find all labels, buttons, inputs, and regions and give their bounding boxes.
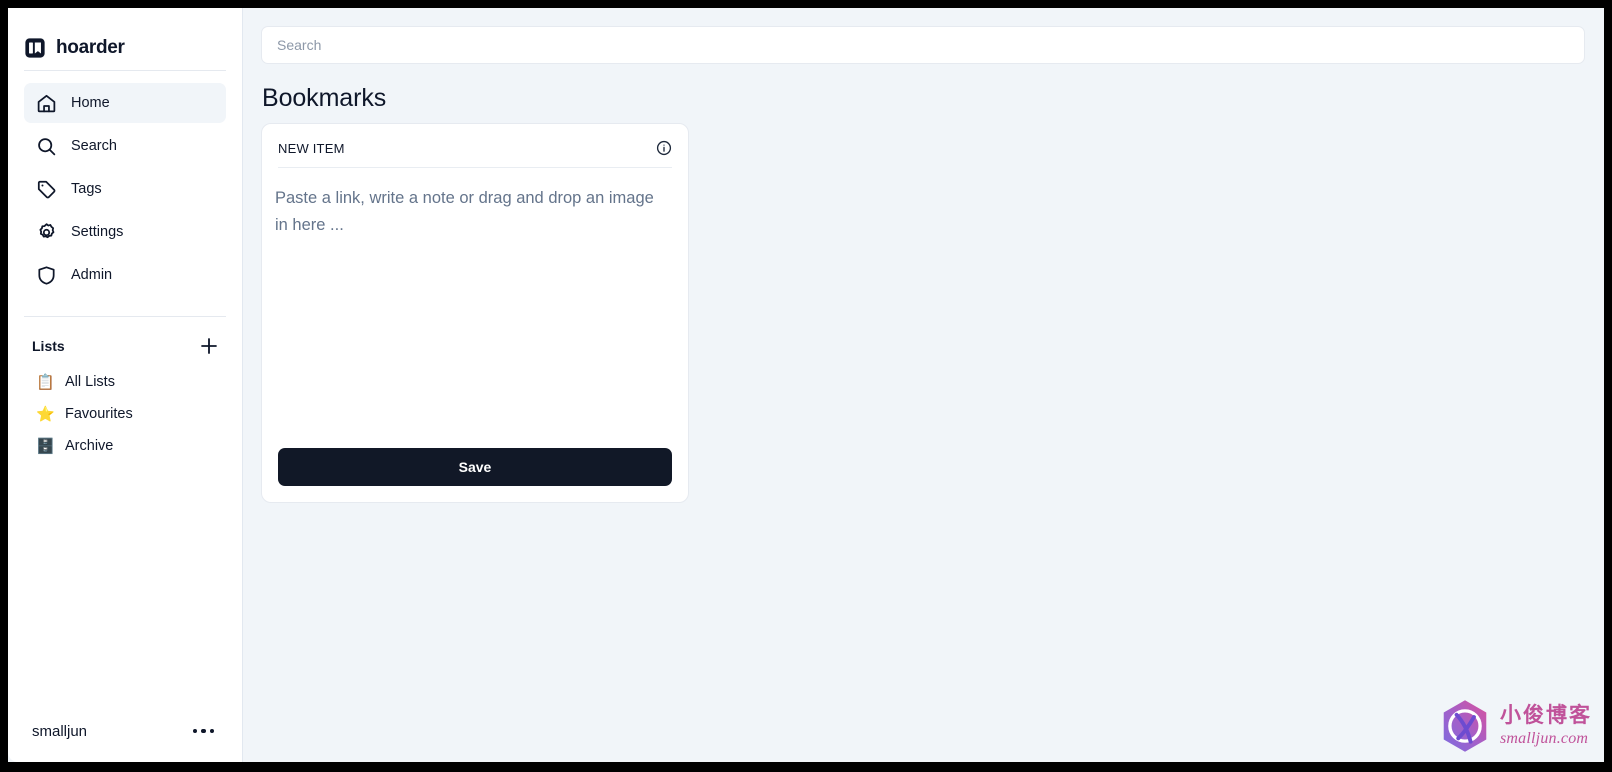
tag-icon (36, 179, 57, 200)
sidebar: hoarder Home Search Tags Settings Admin … (8, 8, 243, 762)
sidebar-item-label: Tags (71, 181, 102, 197)
sidebar-item-search[interactable]: Search (24, 126, 226, 166)
user-name: smalljun (32, 722, 88, 740)
lists-items: 📋 All Lists ⭐ Favourites 🗄️ Archive (8, 357, 242, 461)
app-window: hoarder Home Search Tags Settings Admin … (8, 8, 1604, 762)
star-icon: ⭐ (36, 405, 55, 423)
watermark-en: smalljun.com (1500, 730, 1589, 747)
sidebar-item-label: Home (71, 95, 110, 111)
info-circle-icon[interactable] (656, 140, 672, 156)
sidebar-item-settings[interactable]: Settings (24, 212, 226, 252)
sidebar-item-home[interactable]: Home (24, 83, 226, 123)
search-icon (36, 136, 57, 157)
sidebar-list-item-archive[interactable]: 🗄️ Archive (24, 431, 226, 461)
page-title: Bookmarks (262, 84, 387, 112)
sidebar-item-tags[interactable]: Tags (24, 169, 226, 209)
sidebar-item-label: Search (71, 138, 117, 154)
watermark-cn: 小俊博客 (1500, 703, 1592, 727)
watermark-text: 小俊博客 smalljun.com (1500, 705, 1592, 747)
list-item-label: Favourites (65, 406, 133, 422)
new-item-card-header: NEW ITEM (262, 124, 688, 156)
list-item-label: Archive (65, 438, 114, 454)
sidebar-item-admin[interactable]: Admin (24, 255, 226, 295)
file-cabinet-icon: 🗄️ (36, 437, 55, 455)
search-input[interactable] (261, 26, 1585, 64)
primary-nav: Home Search Tags Settings Admin (8, 71, 242, 295)
sidebar-item-label: Settings (71, 224, 124, 240)
sidebar-list-item-all-lists[interactable]: 📋 All Lists (24, 367, 226, 397)
hexagon-x-logo-icon (1437, 698, 1493, 754)
lists-header: Lists (8, 317, 242, 357)
sidebar-item-label: Admin (71, 267, 113, 283)
save-button[interactable]: Save (278, 448, 672, 486)
sidebar-list-item-favourites[interactable]: ⭐ Favourites (24, 399, 226, 429)
clipboard-icon: 📋 (36, 373, 55, 391)
brand-name: hoarder (56, 36, 125, 58)
search-bar (243, 8, 1604, 64)
ellipsis-icon[interactable] (191, 723, 217, 740)
home-icon (36, 93, 57, 114)
lists-title: Lists (32, 338, 65, 354)
plus-icon[interactable] (198, 335, 220, 357)
new-item-card: NEW ITEM Paste a link, write a note or d… (261, 123, 689, 503)
brand-logo[interactable]: hoarder (8, 8, 242, 70)
new-item-editor[interactable]: Paste a link, write a note or drag and d… (262, 168, 688, 448)
gear-icon (36, 222, 57, 243)
watermark: 小俊博客 smalljun.com (1437, 698, 1592, 754)
new-item-card-title: NEW ITEM (278, 140, 345, 156)
new-item-card-footer: Save (262, 448, 688, 502)
main-content: Bookmarks NEW ITEM Paste a link, write a… (243, 8, 1604, 762)
list-item-label: All Lists (65, 374, 115, 390)
user-row: smalljun (8, 700, 242, 762)
shield-icon (36, 265, 57, 286)
book-square-icon (24, 37, 46, 59)
